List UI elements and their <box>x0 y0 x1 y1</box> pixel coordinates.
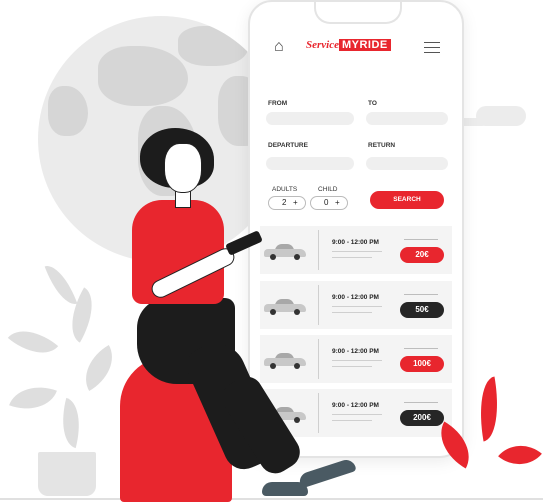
from-label: FROM <box>268 100 288 107</box>
car-icon <box>264 244 306 260</box>
car-icon <box>264 299 306 315</box>
price-placeholder-line <box>404 294 438 295</box>
globe-landmass <box>178 26 248 66</box>
result-time: 9:00 - 12:00 PM <box>332 239 379 246</box>
person-face <box>164 143 202 193</box>
price-placeholder-line <box>404 402 438 403</box>
price-badge[interactable]: 50€ <box>400 302 444 318</box>
person-shoe <box>297 457 357 489</box>
placeholder-line <box>332 306 382 307</box>
result-card[interactable]: 9:00 - 12:00 PM 50€ <box>260 281 452 329</box>
placeholder-line <box>332 414 382 415</box>
result-card[interactable]: 9:00 - 12:00 PM 100€ <box>260 335 452 383</box>
departure-input[interactable] <box>266 157 354 170</box>
placeholder-line <box>332 251 382 252</box>
adults-plus-button[interactable]: + <box>293 198 298 207</box>
red-plant-leaf <box>472 376 506 442</box>
price-badge[interactable]: 20€ <box>400 247 444 263</box>
from-input[interactable] <box>266 112 354 125</box>
price-placeholder-line <box>404 348 438 349</box>
placeholder-line <box>332 360 382 361</box>
adults-value: 2 <box>282 198 287 207</box>
red-plant-leaf <box>498 433 542 477</box>
phone-notch <box>314 2 402 24</box>
globe-landmass <box>98 46 188 106</box>
ground-line <box>0 498 543 500</box>
logo-script: Service <box>306 39 339 51</box>
to-input[interactable] <box>366 112 448 125</box>
plant-pot <box>38 452 96 496</box>
card-divider <box>318 230 319 270</box>
child-stepper[interactable]: 0 + <box>310 196 348 210</box>
plant-leaf <box>74 345 124 391</box>
price-badge[interactable]: 200€ <box>400 410 444 426</box>
price-placeholder-line <box>404 239 438 240</box>
result-time: 9:00 - 12:00 PM <box>332 294 379 301</box>
card-divider <box>318 339 319 379</box>
adults-label: ADULTS <box>272 186 298 193</box>
plant-leaf <box>54 397 88 449</box>
return-label: RETURN <box>368 142 396 149</box>
card-divider <box>318 393 319 433</box>
result-card[interactable]: 9:00 - 12:00 PM 20€ <box>260 226 452 274</box>
price-badge[interactable]: 100€ <box>400 356 444 372</box>
to-label: TO <box>368 100 377 107</box>
plant-leaf <box>9 377 57 419</box>
placeholder-line <box>332 420 372 421</box>
child-value: 0 <box>324 198 329 207</box>
child-plus-button[interactable]: + <box>335 198 340 207</box>
search-button[interactable]: SEARCH <box>370 191 444 209</box>
phone-mockup: ⌂ Service MYRIDE FROM TO DEPARTURE RETURN… <box>248 0 464 458</box>
placeholder-line <box>332 312 372 313</box>
result-time: 9:00 - 12:00 PM <box>332 402 379 409</box>
plant-leaf <box>44 260 78 310</box>
result-time: 9:00 - 12:00 PM <box>332 348 379 355</box>
hamburger-menu-icon[interactable] <box>424 42 440 57</box>
adults-stepper[interactable]: 2 + <box>268 196 306 210</box>
placeholder-line <box>332 366 372 367</box>
globe-landmass <box>48 86 88 136</box>
illustration-scene: ⌂ Service MYRIDE FROM TO DEPARTURE RETURN… <box>0 0 543 502</box>
card-divider <box>318 285 319 325</box>
return-input[interactable] <box>366 157 448 170</box>
child-label: CHILD <box>318 186 338 193</box>
placeholder-line <box>332 257 372 258</box>
car-icon <box>264 353 306 369</box>
plant-leaf <box>7 317 59 367</box>
app-header: ⌂ Service MYRIDE <box>250 36 462 58</box>
logo-box: MYRIDE <box>338 39 391 51</box>
brand-logo: Service MYRIDE <box>306 39 391 51</box>
departure-label: DEPARTURE <box>268 142 308 149</box>
home-icon[interactable]: ⌂ <box>274 38 284 56</box>
